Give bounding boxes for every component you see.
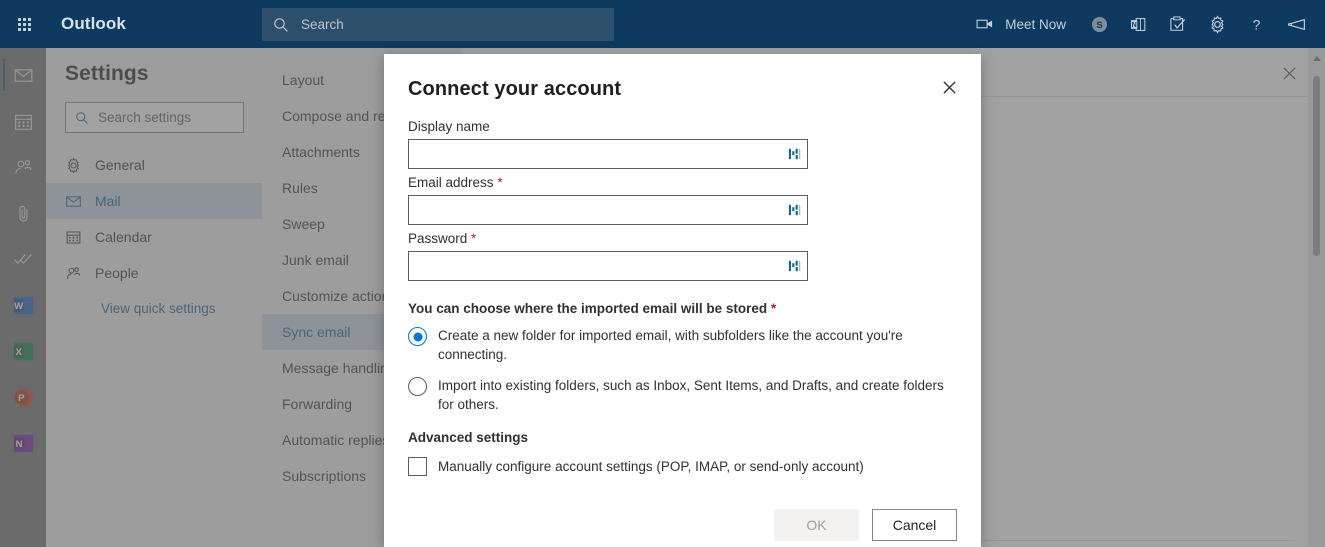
autofill-icon[interactable] — [787, 259, 802, 274]
outlook-settings-screen: W X P N — [0, 0, 1325, 547]
manual-configure-checkbox-row[interactable]: Manually configure account settings (POP… — [408, 457, 957, 476]
email-address-label-text: Email address — [408, 175, 494, 190]
skype-button[interactable]: S — [1080, 0, 1119, 48]
close-icon — [942, 80, 956, 94]
radio-import-existing-folders-label: Import into existing folders, such as In… — [438, 378, 944, 412]
meet-now-button[interactable] — [965, 0, 1005, 48]
email-address-label: Email address * — [408, 175, 957, 190]
svg-text:S: S — [1096, 20, 1102, 31]
radio-button[interactable] — [408, 327, 427, 346]
meet-now-label[interactable]: Meet Now — [1005, 17, 1080, 32]
required-marker: * — [497, 175, 503, 190]
email-address-field[interactable] — [408, 195, 808, 225]
password-label: Password * — [408, 231, 957, 246]
help-icon: ? — [1253, 17, 1261, 33]
settings-gear-button[interactable] — [1198, 0, 1237, 48]
display-name-field[interactable] — [408, 139, 808, 169]
dialog-title: Connect your account — [408, 78, 622, 100]
password-field[interactable] — [408, 251, 808, 281]
brand-outlook[interactable]: Outlook — [61, 14, 126, 34]
manual-configure-label: Manually configure account settings (POP… — [438, 459, 864, 474]
page-scrollbar[interactable] — [1308, 48, 1325, 547]
search-icon — [274, 17, 288, 32]
todo-icon — [1170, 16, 1186, 31]
display-name-label: Display name — [408, 119, 957, 134]
advanced-settings-label: Advanced settings — [408, 430, 529, 445]
radio-create-new-folder-label: Create a new folder for imported email, … — [438, 328, 903, 362]
search-input[interactable]: Search — [262, 8, 614, 41]
svg-text:?: ? — [1253, 17, 1261, 33]
scroll-up-arrow-icon[interactable] — [1312, 56, 1321, 61]
password-input[interactable] — [409, 252, 807, 280]
checkbox[interactable] — [408, 457, 427, 476]
video-camera-icon — [976, 19, 993, 29]
storage-group-label-text: You can choose where the imported email … — [408, 301, 768, 316]
suite-bar-actions: Meet Now S N ? — [965, 0, 1325, 48]
feedback-button[interactable] — [1276, 0, 1325, 48]
todo-button[interactable] — [1158, 0, 1198, 48]
suite-bar: Outlook Search Meet Now S N ? — [0, 0, 1325, 48]
autofill-icon[interactable] — [787, 147, 802, 162]
gear-icon — [1211, 14, 1224, 34]
dialog-body: Display name Email address * Password * … — [384, 101, 981, 476]
dialog-footer: OK Cancel — [774, 509, 957, 541]
outlook-notes-icon: N — [1130, 17, 1146, 31]
required-marker: * — [471, 231, 477, 246]
cancel-button[interactable]: Cancel — [872, 509, 957, 541]
feedback-megaphone-icon — [1288, 18, 1305, 30]
radio-create-new-folder[interactable]: Create a new folder for imported email, … — [408, 326, 957, 364]
display-name-label-text: Display name — [408, 119, 490, 134]
app-launcher-icon — [17, 17, 31, 31]
password-label-text: Password — [408, 231, 468, 246]
autofill-icon[interactable] — [787, 203, 802, 218]
connect-account-dialog: Connect your account Display name Email … — [384, 54, 981, 547]
dialog-header: Connect your account — [384, 54, 981, 101]
ok-button[interactable]: OK — [774, 509, 859, 541]
help-button[interactable]: ? — [1237, 0, 1276, 48]
search-placeholder: Search — [301, 17, 344, 32]
radio-import-existing-folders[interactable]: Import into existing folders, such as In… — [408, 376, 957, 414]
email-address-input[interactable] — [409, 196, 807, 224]
display-name-input[interactable] — [409, 140, 807, 168]
skype-icon: S — [1091, 16, 1108, 32]
svg-text:N: N — [1132, 20, 1137, 28]
required-marker: * — [770, 301, 777, 316]
outlook-notes-button[interactable]: N — [1119, 0, 1158, 48]
app-launcher-button[interactable] — [0, 0, 48, 48]
dialog-close-button[interactable] — [934, 72, 964, 102]
radio-button[interactable] — [408, 377, 427, 396]
page-scroll-thumb[interactable] — [1313, 76, 1320, 256]
storage-group-label: You can choose where the imported email … — [408, 301, 957, 316]
